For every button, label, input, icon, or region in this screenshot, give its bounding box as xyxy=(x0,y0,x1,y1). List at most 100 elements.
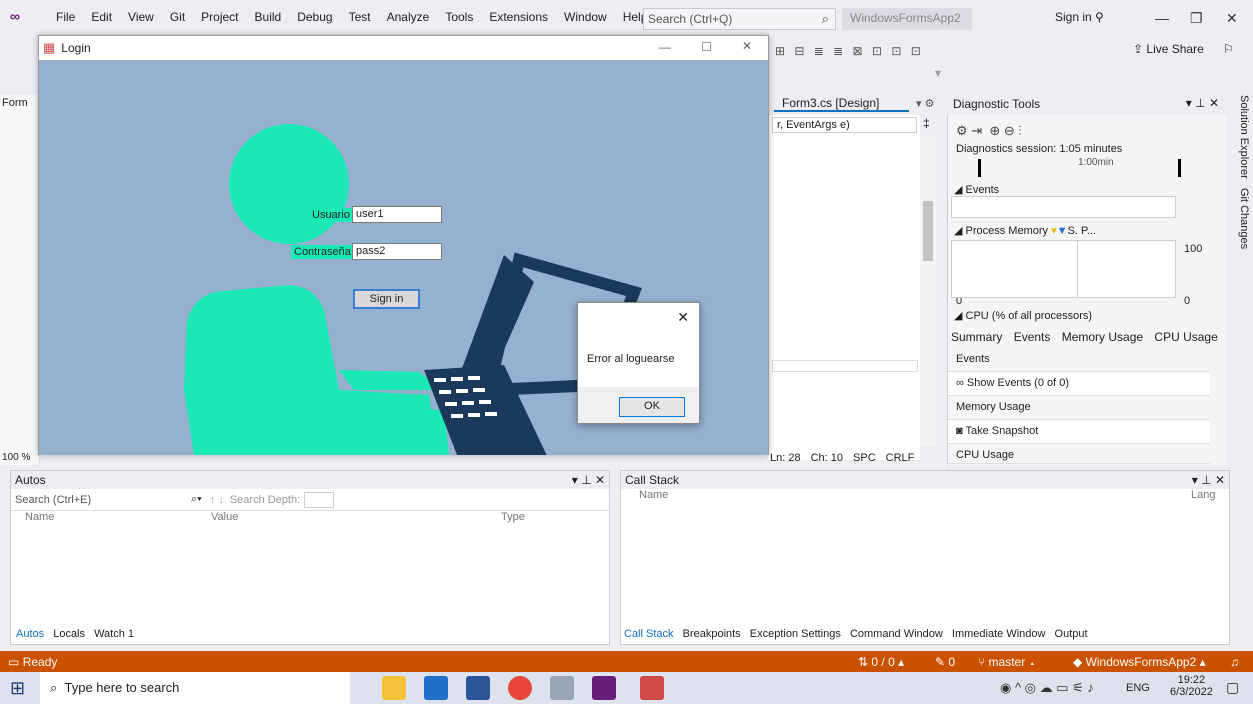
line-ending[interactable]: CRLF xyxy=(886,452,915,464)
tab-cpu-usage[interactable]: CPU Usage xyxy=(1154,330,1217,344)
diag-session: Diagnostics session: 1:05 minutes xyxy=(956,143,1123,155)
col-type[interactable]: Type xyxy=(501,511,525,529)
code-editor[interactable] xyxy=(768,115,920,460)
tab-overflow-icon[interactable]: ▾ ⚙ xyxy=(916,97,934,110)
scroll-thumb[interactable] xyxy=(923,201,933,261)
restore-icon[interactable]: ❐ xyxy=(1190,10,1203,27)
share-icon: ⇪ xyxy=(1133,42,1144,56)
search-icon[interactable]: ⌕▾ xyxy=(191,493,202,506)
language-indicator[interactable]: ENG xyxy=(1126,682,1150,694)
usuario-input[interactable]: user1 xyxy=(352,206,442,223)
show-events-link[interactable]: ∞ Show Events (0 of 0) xyxy=(948,372,1210,396)
visual-studio-icon[interactable] xyxy=(592,676,616,700)
tray-icons[interactable]: ◉ ^ ◎ ☁ ▭ ⚟ ♪ xyxy=(1000,680,1094,696)
tab-locals[interactable]: Locals xyxy=(53,628,85,640)
close-icon[interactable]: ✕ xyxy=(742,39,752,53)
take-snapshot-label: Take Snapshot xyxy=(965,425,1039,437)
vs-search-input[interactable]: Search (Ctrl+Q) ⌕ xyxy=(643,8,836,30)
menu-project[interactable]: Project xyxy=(193,10,246,24)
panel-pin-icon[interactable]: ▾ ⊥ ✕ xyxy=(572,473,605,487)
repo-indicator[interactable]: ◆ WindowsFormsApp2 ▴ xyxy=(1073,655,1206,669)
panel-pin-icon[interactable]: ▾ ⊥ ✕ xyxy=(1186,96,1219,110)
close-icon[interactable]: ✕ xyxy=(1226,10,1238,27)
col-lang[interactable]: Lang xyxy=(1191,489,1215,507)
ready-icon: ▭ xyxy=(8,654,20,669)
changes-indicator[interactable]: ⇅ 0 / 0 ▴ xyxy=(858,655,904,669)
method-dropdown[interactable]: r, EventArgs e) xyxy=(772,117,917,133)
tab-watch1[interactable]: Watch 1 xyxy=(94,628,134,640)
left-tab[interactable]: Form xyxy=(2,97,28,109)
take-snapshot-button[interactable]: ◙ Take Snapshot xyxy=(948,420,1210,444)
col-value[interactable]: Value xyxy=(211,511,501,529)
split-icon[interactable]: ‡ xyxy=(923,116,930,130)
panel-pin-icon[interactable]: ▾ ⊥ ✕ xyxy=(1192,473,1225,487)
col-name[interactable]: Name xyxy=(11,511,211,529)
autos-search-input[interactable]: Search (Ctrl+E) xyxy=(11,494,191,506)
menu-tools[interactable]: Tools xyxy=(437,10,481,24)
maximize-icon[interactable]: ☐ xyxy=(701,40,712,54)
notifications-icon[interactable]: ♫ xyxy=(1230,655,1239,669)
search-icon: ⌕ xyxy=(50,680,58,695)
events-track xyxy=(951,196,1176,218)
diagnostic-tools-title: Diagnostic Tools ▾ ⊥ ✕ xyxy=(947,93,1227,115)
toolbar-icons[interactable]: ⊞ ⊟ ≣ ≣ ⊠ ⊡ ⊡ ⊡ xyxy=(775,44,924,58)
action-center-icon[interactable]: ▢ xyxy=(1226,679,1239,696)
menu-git[interactable]: Git xyxy=(162,10,193,24)
minimize-icon[interactable]: — xyxy=(1155,10,1169,26)
menu-test[interactable]: Test xyxy=(341,10,379,24)
menu-window[interactable]: Window xyxy=(556,10,615,24)
ok-button[interactable]: OK xyxy=(619,397,685,417)
edits-indicator[interactable]: ✎ 0 xyxy=(935,655,955,669)
windows-start-icon[interactable]: ⊞ xyxy=(10,678,25,699)
menu-edit[interactable]: Edit xyxy=(83,10,120,24)
taskbar-search[interactable]: ⌕ Type here to search xyxy=(40,672,350,704)
sign-in-button[interactable]: Sign in xyxy=(353,289,420,309)
zoom-level[interactable]: 100 % xyxy=(2,452,30,463)
search-placeholder: Search (Ctrl+Q) xyxy=(648,12,733,26)
word-icon[interactable] xyxy=(466,676,490,700)
editor-hscroll[interactable] xyxy=(772,360,918,372)
whitespace-mode[interactable]: SPC xyxy=(853,452,876,464)
menu-view[interactable]: View xyxy=(120,10,162,24)
menu-build[interactable]: Build xyxy=(247,10,290,24)
tab-autos[interactable]: Autos xyxy=(16,628,44,640)
tab-immediate-window[interactable]: Immediate Window xyxy=(952,628,1046,640)
tab-summary[interactable]: Summary xyxy=(951,330,1002,344)
mail-icon[interactable] xyxy=(424,676,448,700)
tab-output[interactable]: Output xyxy=(1055,628,1088,640)
file-explorer-icon[interactable] xyxy=(382,676,406,700)
chevron-down-icon[interactable]: ▾ xyxy=(935,66,945,84)
nav-arrows-icon[interactable]: ↑ ↓ xyxy=(210,494,224,506)
clock[interactable]: 19:22 6/3/2022 xyxy=(1170,674,1213,698)
live-share-button[interactable]: ⇪ Live Share xyxy=(1133,42,1204,56)
sign-in-link[interactable]: Sign in ⚲ xyxy=(1055,10,1104,24)
tab-git-changes[interactable]: Git Changes xyxy=(1238,188,1250,249)
tab-breakpoints[interactable]: Breakpoints xyxy=(683,628,741,640)
menu-analyze[interactable]: Analyze xyxy=(379,10,438,24)
search-depth-select[interactable] xyxy=(304,491,335,508)
feedback-icon[interactable]: ⚐ xyxy=(1223,42,1234,56)
settings-icon[interactable]: ⚙ ⇥ ⊕ ⊖ ⫶ xyxy=(956,123,1022,139)
chrome-icon[interactable] xyxy=(508,676,532,700)
minimize-icon[interactable]: — xyxy=(659,40,671,54)
menu-extensions[interactable]: Extensions xyxy=(481,10,556,24)
login-app-icon[interactable] xyxy=(640,676,664,700)
app-icon[interactable] xyxy=(550,676,574,700)
taskbar: ⊞ ⌕ Type here to search ◉ ^ ◎ ☁ ▭ ⚟ ♪ EN… xyxy=(0,672,1253,704)
tab-call-stack[interactable]: Call Stack xyxy=(624,628,674,640)
tab-memory-usage[interactable]: Memory Usage xyxy=(1062,330,1143,344)
menu-debug[interactable]: Debug xyxy=(289,10,340,24)
editor-scrollbar[interactable] xyxy=(920,136,936,446)
branch-indicator[interactable]: ⑂ master ▴ xyxy=(978,655,1036,669)
tab-exception-settings[interactable]: Exception Settings xyxy=(750,628,841,640)
tab-events[interactable]: Events xyxy=(1014,330,1051,344)
password-input[interactable]: pass2 xyxy=(352,243,442,260)
error-message: Error al loguearse xyxy=(587,353,675,365)
tab-solution-explorer[interactable]: Solution Explorer xyxy=(1238,95,1250,179)
close-icon[interactable]: ✕ xyxy=(677,309,689,326)
editor-status: Ln: 28 Ch: 10 SPC CRLF xyxy=(770,450,940,466)
tab-command-window[interactable]: Command Window xyxy=(850,628,943,640)
menu-file[interactable]: File xyxy=(48,10,83,24)
tab-form3-design[interactable]: Form3.cs [Design] xyxy=(774,94,909,112)
col-name[interactable]: Name xyxy=(621,489,1191,507)
